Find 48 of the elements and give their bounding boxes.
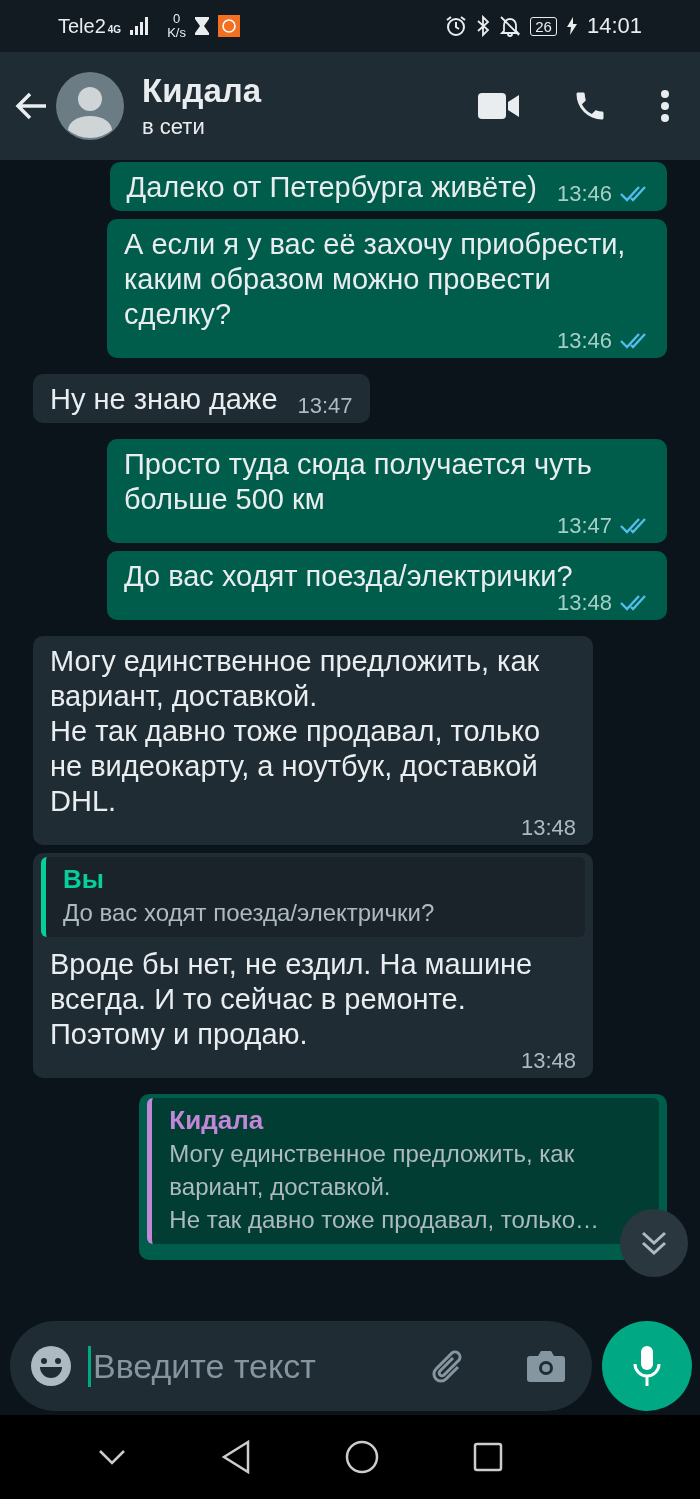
message-text: Далеко от Петербурга живёте) <box>126 170 537 205</box>
back-arrow-icon[interactable] <box>14 91 48 121</box>
contact-status: в сети <box>142 114 206 140</box>
microphone-icon <box>632 1344 662 1388</box>
avatar-icon[interactable] <box>56 72 124 140</box>
double-chevron-down-icon <box>639 1229 669 1257</box>
alarm-icon <box>445 15 468 37</box>
message-text: Ну не знаю даже <box>50 382 278 417</box>
contact-name: Кидала <box>142 72 262 110</box>
speed-value: 0 <box>172 12 181 26</box>
message-text: Просто туда сюда получается чуть больше 500 км <box>124 447 593 517</box>
home-circle-icon[interactable] <box>345 1440 379 1474</box>
network-type: 4G <box>107 24 122 35</box>
charging-icon <box>565 16 578 36</box>
video-call-icon[interactable] <box>478 92 520 120</box>
more-options-icon[interactable] <box>660 89 670 123</box>
emoji-icon[interactable] <box>30 1345 72 1387</box>
quote-sender: Кидала <box>169 1104 265 1137</box>
quoted-message[interactable]: Кидала Могу единственное предложить, как вариант, доставкой. Не так давно тоже продавал, только… <box>147 1098 659 1244</box>
text-input[interactable]: Введите текст <box>88 1345 412 1387</box>
battery-level: 26 <box>530 16 557 36</box>
message-time: 13:47 <box>556 515 612 537</box>
message-time: 13:47 <box>297 395 353 417</box>
message-input-field[interactable]: Введите текст <box>10 1321 592 1411</box>
message-time: 13:48 <box>520 1050 576 1072</box>
bluetooth-icon <box>476 15 491 37</box>
bell-off-icon <box>499 15 522 37</box>
carrier-name: Tele2 <box>58 14 106 38</box>
square-icon[interactable] <box>473 1442 503 1472</box>
message-text: До вас ходят поезда/электрички? <box>124 559 574 594</box>
hourglass-icon <box>193 16 210 36</box>
message-time: 13:46 <box>556 183 612 205</box>
quote-text: Могу единственное предложить, как вариант, доставкой. Не так давно тоже продавал, только… <box>169 1139 599 1235</box>
back-triangle-icon[interactable] <box>221 1440 251 1474</box>
message-time: 13:48 <box>556 592 612 614</box>
app-icon <box>217 15 240 37</box>
quoted-message[interactable]: Вы До вас ходят поезда/электрички? <box>41 857 585 937</box>
message-text: А если я у вас её захочу приобрести, каким образом можно провести сделку? <box>124 227 627 332</box>
message-text: Вроде бы нет, не ездил. На машине всегда. И то сейчас в ремонте. Поэтому и продаю. <box>50 947 534 1052</box>
chevron-down-icon[interactable] <box>97 1447 127 1467</box>
camera-icon[interactable] <box>526 1349 566 1383</box>
message-time: 13:46 <box>556 330 612 352</box>
quote-sender: Вы <box>63 863 105 896</box>
message-time: 13:48 <box>520 817 576 839</box>
quote-text: До вас ходят поезда/электрички? <box>63 898 436 928</box>
clock: 14:01 <box>586 13 642 39</box>
message-text: Могу единственное предложить, как вариант, доставкой. Не так давно тоже продавал, только не видеокарту, а ноутбук, доставкой DHL. <box>50 644 542 819</box>
speed-unit: K/s <box>167 26 186 40</box>
